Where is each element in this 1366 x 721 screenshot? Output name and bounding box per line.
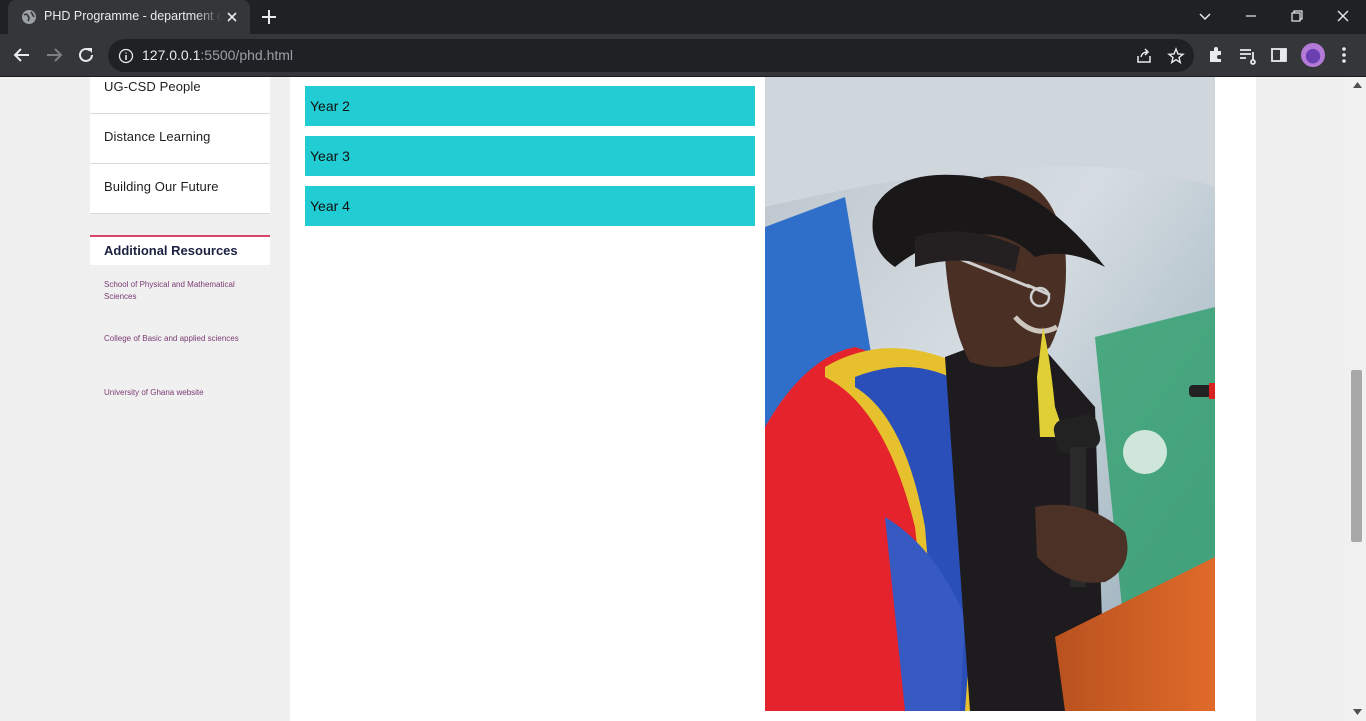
- media-playlist-icon[interactable]: [1237, 45, 1257, 65]
- reload-icon[interactable]: [75, 44, 97, 66]
- minimize-icon[interactable]: [1241, 6, 1261, 26]
- share-icon[interactable]: [1135, 47, 1153, 65]
- profile-avatar[interactable]: [1301, 43, 1325, 67]
- resource-link-physical-mathematical-sciences[interactable]: School of Physical and Mathematical Scie…: [104, 279, 264, 303]
- sidebar-item-ug-csd-people[interactable]: UG-CSD People: [90, 77, 270, 114]
- page-scrollbar[interactable]: [1349, 77, 1366, 721]
- browser-tab-active[interactable]: PHD Programme - department of Computer S…: [8, 0, 250, 34]
- sidebar-item-label: Building Our Future: [104, 179, 219, 194]
- tab-title: PHD Programme - department of Computer S…: [44, 9, 222, 23]
- graduation-speaker-photo: [765, 77, 1215, 711]
- back-arrow-icon[interactable]: [11, 44, 33, 66]
- url-path: :5500/phd.html: [200, 47, 294, 63]
- resource-link-university-of-ghana[interactable]: University of Ghana website: [104, 387, 264, 399]
- scrollbar-thumb[interactable]: [1351, 370, 1362, 542]
- bookmark-star-icon[interactable]: [1167, 47, 1185, 65]
- browser-toolbar: 127.0.0.1:5500/phd.html: [0, 34, 1366, 77]
- accordion-year-label: Year 4: [310, 198, 350, 214]
- forward-arrow-icon[interactable]: [43, 44, 65, 66]
- accordion-year-label: Year 2: [310, 98, 350, 114]
- accordion-year-2[interactable]: Year 2: [305, 86, 755, 126]
- globe-icon: [22, 10, 36, 24]
- tab-search-chevron-icon[interactable]: [1195, 6, 1215, 26]
- address-bar[interactable]: 127.0.0.1:5500/phd.html: [108, 39, 1194, 72]
- sidebar-item-label: Distance Learning: [104, 129, 211, 144]
- url-text: 127.0.0.1:5500/phd.html: [142, 47, 293, 63]
- browser-tabstrip: PHD Programme - department of Computer S…: [0, 0, 1366, 34]
- side-panel-icon[interactable]: [1269, 45, 1289, 65]
- url-host: 127.0.0.1: [142, 47, 201, 63]
- additional-resources-heading: Additional Resources: [90, 235, 270, 265]
- page-viewport: UG-CSD People Distance Learning Building…: [0, 77, 1349, 721]
- sidebar-item-distance-learning[interactable]: Distance Learning: [90, 114, 270, 164]
- restore-icon[interactable]: [1287, 6, 1307, 26]
- accordion-year-4[interactable]: Year 4: [305, 186, 755, 226]
- new-tab-icon[interactable]: [259, 7, 279, 27]
- sidebar-item-label: UG-CSD People: [104, 79, 201, 94]
- accordion-year-3[interactable]: Year 3: [305, 136, 755, 176]
- resources-heading-text: Additional Resources: [104, 243, 238, 258]
- kebab-menu-icon[interactable]: [1334, 45, 1354, 65]
- close-window-icon[interactable]: [1333, 6, 1353, 26]
- site-info-icon[interactable]: [118, 48, 134, 64]
- resource-link-basic-applied-sciences[interactable]: College of Basic and applied sciences: [104, 333, 264, 345]
- sidebar-item-building-our-future[interactable]: Building Our Future: [90, 164, 270, 214]
- scroll-up-arrow-icon[interactable]: [1353, 82, 1362, 88]
- accordion-year-label: Year 3: [310, 148, 350, 164]
- close-tab-icon[interactable]: [224, 9, 240, 25]
- scroll-down-arrow-icon[interactable]: [1353, 709, 1362, 715]
- extensions-puzzle-icon[interactable]: [1206, 45, 1226, 65]
